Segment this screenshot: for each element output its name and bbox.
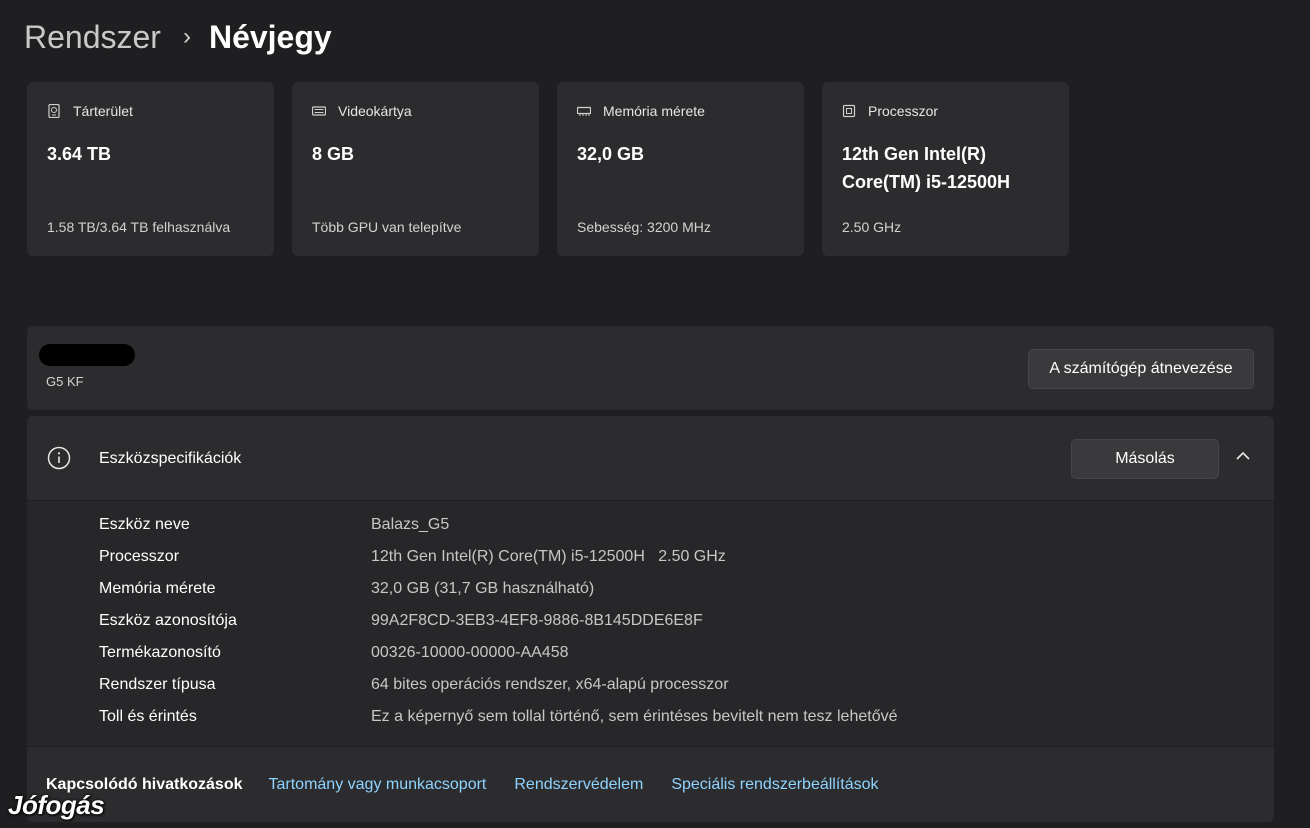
card-label: Tárterület [73, 103, 133, 119]
spec-row: Eszköz neve Balazs_G5 [99, 509, 449, 541]
spec-row: Memória mérete 32,0 GB (31,7 GB használh… [99, 573, 594, 605]
device-name-panel: G5 KF A számítógép átnevezése [27, 326, 1274, 410]
spec-value: 99A2F8CD-3EB3-4EF8-9886-8B145DDE6E8F [371, 612, 703, 629]
spec-value: 00326-10000-00000-AA458 [371, 644, 569, 661]
spec-row: Eszköz azonosítója 99A2F8CD-3EB3-4EF8-98… [99, 605, 703, 637]
spec-label: Memória mérete [99, 580, 216, 597]
link-system-protection[interactable]: Rendszervédelem [514, 776, 643, 794]
device-specs-title: Eszközspecifikációk [99, 450, 242, 467]
gpu-icon [312, 106, 326, 116]
storage-icon [48, 104, 60, 118]
spec-label: Rendszer típusa [99, 676, 216, 693]
card-subtext: Több GPU van telepítve [312, 219, 462, 235]
link-domain-workgroup[interactable]: Tartomány vagy munkacsoport [269, 776, 487, 794]
page-title: Névjegy [208, 18, 332, 55]
spec-row: Toll és érintés Ez a képernyő sem tollal… [99, 701, 897, 733]
spec-row: Processzor 12th Gen Intel(R) Core(TM) i5… [99, 541, 726, 573]
breadcrumb-parent[interactable]: Rendszer [24, 19, 161, 56]
card-label: Memória mérete [603, 103, 705, 119]
watermark-logo: Jófogás [8, 790, 105, 820]
storage-card: Tárterület 3.64 TB 1.58 TB/3.64 TB felha… [27, 82, 274, 256]
card-value: 8 GB [312, 144, 355, 164]
spec-row: Rendszer típusa 64 bites operációs rends… [99, 669, 729, 701]
card-value: 3.64 TB [47, 144, 112, 164]
spec-value: Balazs_G5 [371, 516, 450, 533]
redacted-device-name [39, 344, 135, 366]
card-subtext: 2.50 GHz [842, 219, 902, 235]
spec-value: 64 bites operációs rendszer, x64-alapú p… [371, 676, 729, 693]
memory-card: Memória mérete 32,0 GB Sebesség: 3200 MH… [557, 82, 804, 256]
chevron-up-icon[interactable] [1235, 448, 1251, 464]
spec-value: 12th Gen Intel(R) Core(TM) i5-12500H 2.5… [371, 548, 726, 565]
card-value: 12th Gen Intel(R) Core(TM) i5-12500H [842, 144, 1011, 192]
spec-label: Eszköz neve [99, 516, 190, 533]
card-label: Processzor [868, 103, 939, 119]
memory-icon [577, 106, 591, 116]
card-value: 32,0 GB [577, 144, 645, 164]
breadcrumb: Rendszer › Névjegy [24, 14, 332, 60]
processor-card: Processzor 12th Gen Intel(R) Core(TM) i5… [822, 82, 1069, 256]
related-links-panel: Kapcsolódó hivatkozások Tartomány vagy m… [27, 747, 1274, 822]
device-specs-body: Eszköz neve Balazs_G5 Processzor 12th Ge… [27, 501, 1274, 746]
spec-value: 32,0 GB (31,7 GB használható) [371, 580, 595, 597]
breadcrumb-separator: › [182, 23, 191, 50]
spec-label: Termékazonosító [99, 644, 221, 661]
info-icon [47, 446, 71, 470]
card-subtext: 1.58 TB/3.64 TB felhasználva [47, 219, 231, 235]
spec-label: Toll és érintés [99, 708, 197, 725]
copy-button[interactable]: Másolás [1071, 439, 1219, 479]
spec-label: Processzor [99, 548, 180, 565]
processor-icon [842, 104, 856, 118]
spec-row: Termékazonosító 00326-10000-00000-AA458 [99, 637, 569, 669]
card-label: Videokártya [338, 103, 412, 119]
link-advanced-system-settings[interactable]: Speciális rendszerbeállítások [671, 776, 878, 794]
gpu-card: Videokártya 8 GB Több GPU van telepítve [292, 82, 539, 256]
card-subtext: Sebesség: 3200 MHz [577, 219, 711, 235]
device-model: G5 KF [46, 374, 84, 389]
spec-value: Ez a képernyő sem tollal történő, sem ér… [371, 708, 898, 725]
spec-label: Eszköz azonosítója [99, 612, 237, 629]
device-specs-header[interactable]: Eszközspecifikációk Másolás [27, 416, 1274, 500]
rename-pc-button[interactable]: A számítógép átnevezése [1028, 349, 1254, 389]
